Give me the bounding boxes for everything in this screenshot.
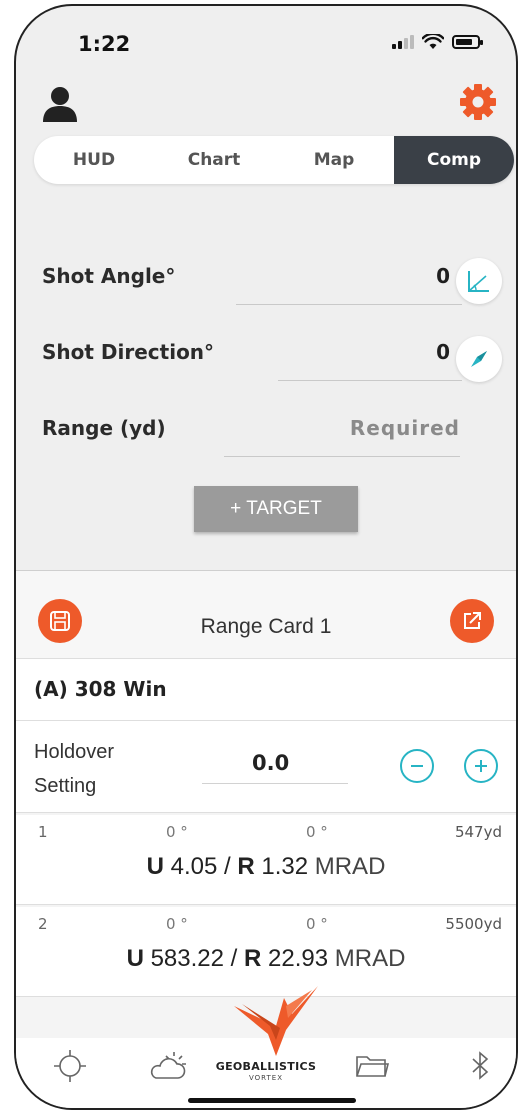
up-value: 583.22 [150,945,224,972]
holdover-setting: Holdover Setting 0.0 [16,721,516,813]
status-time: 1:22 [78,32,131,56]
range-underline [224,456,460,457]
shot-angle-field[interactable]: Shot Angle° 0 [42,264,462,324]
row-index: 2 [38,915,48,933]
holdover-underline [202,783,348,784]
row-distance: 547yd [454,823,502,841]
range-label: Range (yd) [42,416,166,440]
share-button[interactable] [450,599,494,643]
ammo-label: (A) 308 Win [34,677,167,701]
up-label: U [126,945,144,972]
row-direction: 0 ° [306,823,328,841]
row-distance: 5500yd [445,915,502,933]
inclinometer-button[interactable] [456,258,502,304]
range-card-header: Range Card 1 [16,571,516,659]
logo-text: GEOBALLISTICS [215,1060,317,1073]
geoballistics-logo[interactable] [228,956,324,1056]
separator: / [223,853,231,880]
shot-angle-underline [236,304,462,305]
unit-label: MRAD [314,853,386,880]
logo-subtext: VORTEX [248,1074,284,1082]
tab-chart[interactable]: Chart [154,136,274,184]
holdover-label-line1: Holdover [34,741,115,763]
compass-button[interactable] [456,336,502,382]
row-direction: 0 ° [306,915,328,933]
shot-direction-value[interactable]: 0 [436,340,450,364]
row-index: 1 [38,823,48,841]
right-value: 1.32 [261,853,309,880]
shot-angle-label: Shot Angle° [42,264,176,288]
row-solution: U 4.05 / R 1.32 MRAD [16,853,516,881]
increase-holdover-button[interactable] [464,749,498,783]
up-label: U [146,853,164,880]
range-card-title: Range Card 1 [200,615,332,638]
compass-icon [471,351,487,367]
decrease-holdover-button[interactable] [400,749,434,783]
unit-label: MRAD [334,945,406,972]
tab-hud[interactable]: HUD [34,136,154,184]
tab-map[interactable]: Map [274,136,394,184]
minus-icon [411,765,423,767]
range-field[interactable]: Range (yd) Required [42,416,460,476]
home-indicator [188,1098,356,1103]
tab-comp[interactable]: Comp [394,136,514,184]
add-target-button[interactable]: + TARGET [194,486,358,532]
holdover-label: Holdover Setting [34,735,114,803]
row-angle: 0 ° [166,823,188,841]
up-value: 4.05 [170,853,218,880]
profile-icon[interactable] [40,84,80,124]
shot-angle-value[interactable]: 0 [436,264,450,288]
status-icons [392,34,483,50]
shot-direction-field[interactable]: Shot Direction° 0 [42,340,462,400]
holdover-value[interactable]: 0.0 [252,751,289,775]
gear-icon[interactable] [458,82,498,122]
tab-bar: HUD Chart Map Comp [34,136,514,184]
share-icon [464,612,481,629]
shot-direction-label: Shot Direction° [42,340,215,364]
shot-direction-underline [278,380,462,381]
range-input[interactable]: Required [350,416,460,440]
right-label: R [237,853,255,880]
holdover-label-line2: Setting [34,775,97,797]
row-angle: 0 ° [166,915,188,933]
status-bar: 1:22 [16,6,516,70]
signal-icon [392,35,414,49]
table-row[interactable]: 1 0 ° 0 ° 547yd U 4.05 / R 1.32 MRAD [16,815,516,905]
phone-screen: 1:22 HUD Chart Map Comp Shot Angle° 0 Sh… [14,4,518,1110]
ammo-profile[interactable]: (A) 308 Win [16,659,516,721]
plus-icon [475,760,487,772]
angle-icon [468,271,489,292]
wifi-icon [422,34,444,49]
battery-icon [452,35,483,49]
